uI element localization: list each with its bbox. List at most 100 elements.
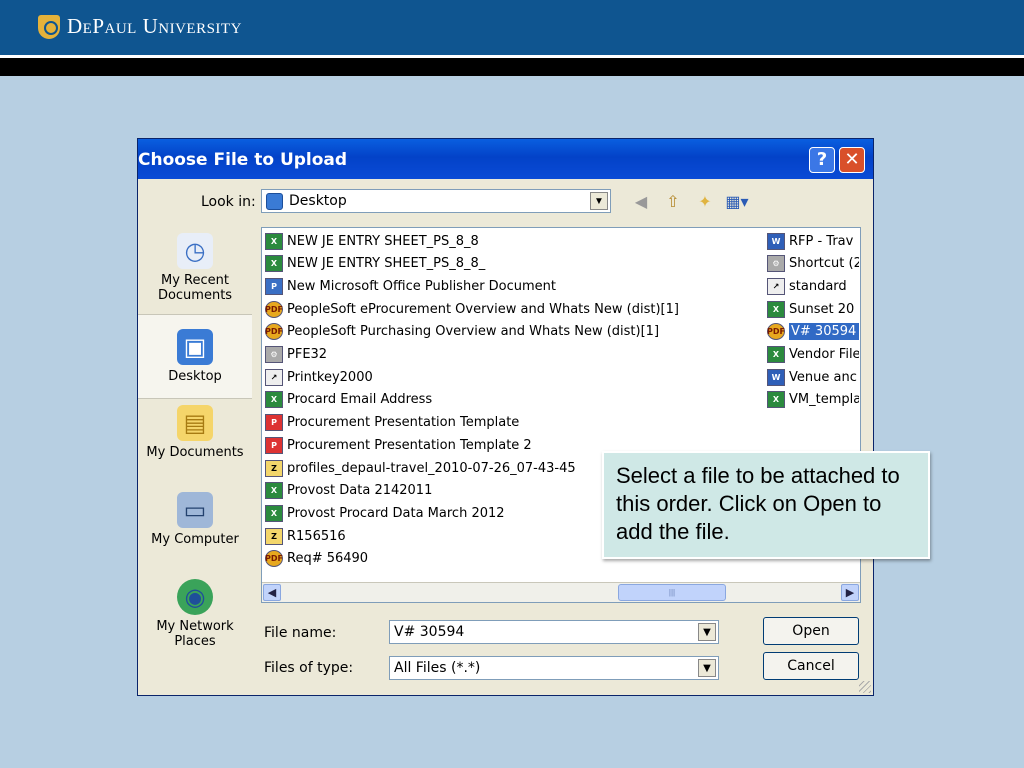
file-name: RFP - Trav xyxy=(789,233,854,249)
file-item[interactable]: PDF Req# 56490 xyxy=(265,548,368,570)
file-item[interactable]: PDF V# 30594 xyxy=(767,321,861,343)
resize-grip[interactable] xyxy=(859,681,871,693)
file-item[interactable]: W Venue anc xyxy=(767,366,861,388)
slide-header: DePaul University xyxy=(0,0,1024,55)
up-folder-icon[interactable]: ⇧ xyxy=(662,191,684,213)
instruction-callout: Select a file to be attached to this ord… xyxy=(602,451,930,559)
file-item[interactable]: X Provost Procard Data March 2012 xyxy=(265,502,505,524)
xls-file-icon: X xyxy=(767,300,785,318)
file-type-value: All Files (*.*) xyxy=(394,660,481,676)
place-desktop[interactable]: ▣ Desktop xyxy=(138,314,252,399)
dialog-title: Choose File to Upload xyxy=(138,150,348,170)
logo-text: DePaul University xyxy=(67,14,242,38)
file-type-label: Files of type: xyxy=(264,660,354,676)
lnk-file-icon: ↗ xyxy=(767,277,785,295)
exe-file-icon: ⚙ xyxy=(767,255,785,273)
dialog-toolbar: ◀ ⇧ ✦ ▦▾ xyxy=(630,191,749,213)
chevron-down-icon[interactable]: ▼ xyxy=(698,623,716,641)
file-name: Sunset 20 xyxy=(789,301,855,317)
zip-file-icon: Z xyxy=(265,527,283,545)
file-item[interactable]: X VM_templa xyxy=(767,389,861,411)
new-folder-icon[interactable]: ✦ xyxy=(694,191,716,213)
network-places-icon: ◉ xyxy=(177,579,213,615)
file-item[interactable]: ⚙ Shortcut (2 xyxy=(767,253,861,275)
file-name: New Microsoft Office Publisher Document xyxy=(287,278,557,294)
file-name: Provost Procard Data March 2012 xyxy=(287,505,505,521)
dialog-titlebar[interactable]: Choose File to Upload ? ✕ xyxy=(138,139,873,179)
file-item[interactable]: X Vendor File xyxy=(767,344,861,366)
header-rule-black xyxy=(0,58,1024,76)
chevron-down-icon[interactable]: ▼ xyxy=(698,659,716,677)
file-name: Printkey2000 xyxy=(287,369,373,385)
look-in-label: Look in: xyxy=(201,194,256,210)
file-item[interactable]: ⚙ PFE32 xyxy=(265,344,327,366)
doc-file-icon: W xyxy=(767,368,785,386)
file-item[interactable]: X Sunset 20 xyxy=(767,298,861,320)
shield-icon xyxy=(38,14,60,39)
file-item[interactable]: ↗ standard xyxy=(767,275,861,297)
file-item[interactable]: PDF PeopleSoft eProcurement Overview and … xyxy=(265,298,679,320)
view-menu-icon[interactable]: ▦▾ xyxy=(725,191,748,213)
place-label: Desktop xyxy=(168,369,222,384)
place-my-recent-documents[interactable]: ◷ My Recent Documents xyxy=(138,229,252,309)
horizontal-scrollbar[interactable]: ◀ ||| ▶ xyxy=(262,582,860,602)
file-item[interactable]: PDF PeopleSoft Purchasing Overview and Wh… xyxy=(265,321,659,343)
lnk-file-icon: ↗ xyxy=(265,368,283,386)
file-name: Req# 56490 xyxy=(287,551,369,567)
file-name: PeopleSoft eProcurement Overview and Wha… xyxy=(287,301,679,317)
place-label: My Documents xyxy=(146,445,244,460)
file-item[interactable]: X Procard Email Address xyxy=(265,389,432,411)
xls-file-icon: X xyxy=(767,346,785,363)
place-my-documents[interactable]: ▤ My Documents xyxy=(138,403,252,483)
desktop-icon: ▣ xyxy=(177,329,213,365)
exe-file-icon: ⚙ xyxy=(265,346,283,363)
file-type-dropdown[interactable]: All Files (*.*) ▼ xyxy=(389,656,719,680)
scroll-left-icon[interactable]: ◀ xyxy=(263,584,281,601)
scroll-thumb[interactable]: ||| xyxy=(618,584,726,601)
file-item[interactable]: X NEW JE ENTRY SHEET_PS_8_8 xyxy=(265,230,479,252)
look-in-value: Desktop xyxy=(289,193,347,209)
ppt-file-icon: P xyxy=(265,414,283,432)
file-item[interactable]: P Procurement Presentation Template xyxy=(265,412,519,434)
open-button[interactable]: Open xyxy=(763,617,859,645)
scroll-right-icon[interactable]: ▶ xyxy=(841,584,859,601)
file-name: Procurement Presentation Template 2 xyxy=(287,437,532,453)
place-label: My Recent Documents xyxy=(157,273,233,303)
help-button[interactable]: ? xyxy=(809,147,835,173)
file-item[interactable]: X Provost Data 2142011 xyxy=(265,480,432,502)
file-item[interactable]: ↗ Printkey2000 xyxy=(265,366,373,388)
place-my-computer[interactable]: ▭ My Computer xyxy=(138,492,252,572)
file-item[interactable]: Z R156516 xyxy=(265,525,346,547)
xls-file-icon: X xyxy=(265,482,283,500)
my-computer-icon: ▭ xyxy=(177,492,213,528)
cancel-button[interactable]: Cancel xyxy=(763,652,859,680)
my-documents-icon: ▤ xyxy=(177,405,213,441)
close-button[interactable]: ✕ xyxy=(839,147,865,173)
file-name: profiles_depaul-travel_2010-07-26_07-43-… xyxy=(287,460,576,476)
file-name: Procurement Presentation Template xyxy=(287,415,520,431)
file-item[interactable]: X NEW JE ENTRY SHEET_PS_8_8_ xyxy=(265,253,485,275)
file-item[interactable]: Zprofiles_depaul-travel_2010-07-26_07-43… xyxy=(265,457,576,479)
file-name: V# 30594 xyxy=(789,323,859,341)
file-item[interactable]: W RFP - Trav xyxy=(767,230,861,252)
file-name: VM_templa xyxy=(789,392,859,408)
file-name-input[interactable]: V# 30594 ▼ xyxy=(389,620,719,644)
file-name-label: File name: xyxy=(264,625,337,641)
file-item[interactable]: P New Microsoft Office Publisher Document xyxy=(265,275,556,297)
pub-file-icon: P xyxy=(265,277,283,295)
place-my-network-places[interactable]: ◉ My Network Places xyxy=(138,575,252,660)
places-bar: ◷ My Recent Documents ▣ Desktop ▤ My Doc… xyxy=(138,223,253,663)
file-item[interactable]: P Procurement Presentation Template 2 xyxy=(265,434,532,456)
zip-file-icon: Z xyxy=(265,459,283,477)
xls-file-icon: X xyxy=(265,232,283,250)
look-in-dropdown[interactable]: Desktop ▼ xyxy=(261,189,611,213)
file-name: PFE32 xyxy=(287,347,328,362)
chevron-down-icon[interactable]: ▼ xyxy=(590,192,608,210)
file-name: NEW JE ENTRY SHEET_PS_8_8_ xyxy=(287,256,486,272)
ppt-file-icon: P xyxy=(265,436,283,454)
back-icon[interactable]: ◀ xyxy=(630,191,652,213)
university-logo: DePaul University xyxy=(38,14,242,39)
file-name: Vendor File xyxy=(789,347,859,362)
xls-file-icon: X xyxy=(767,391,785,409)
file-upload-dialog: Choose File to Upload ? ✕ Look in: Deskt… xyxy=(137,138,874,696)
